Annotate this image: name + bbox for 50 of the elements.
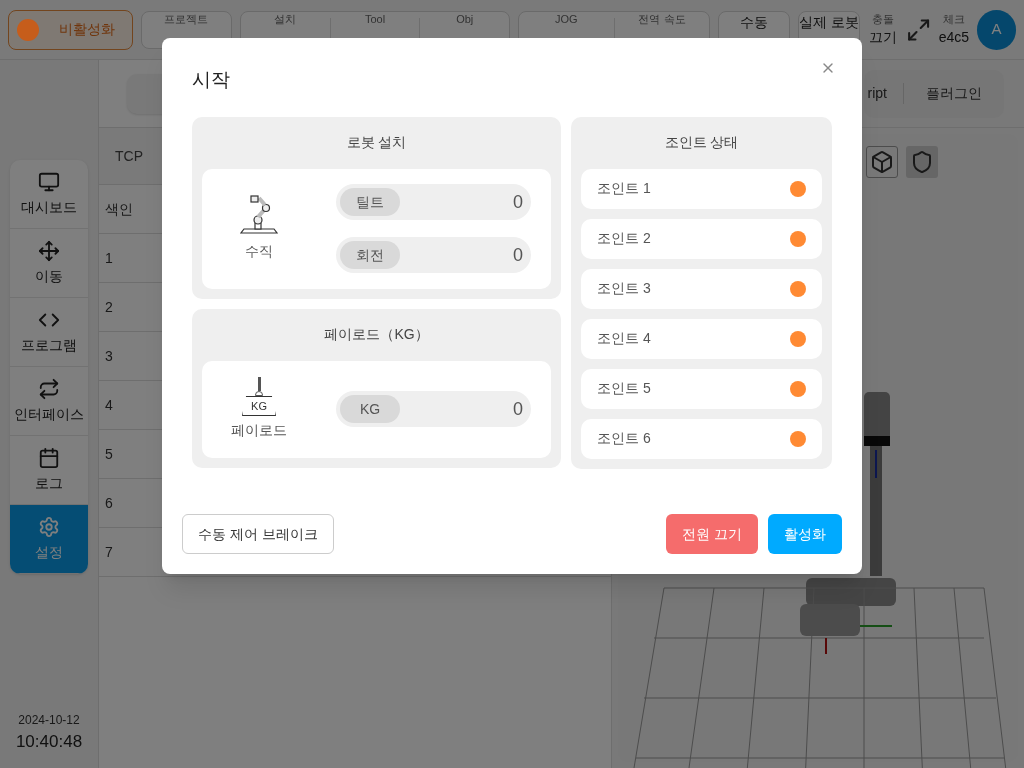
nav-item[interactable]: 대시보드 [10,160,88,229]
joint-row: 조인트 5 [581,368,822,409]
value-field[interactable]: KG 0 [336,391,531,427]
card-title: 로봇 설치 [345,133,408,152]
value-field[interactable]: 회전 0 [336,237,531,273]
field-label: 전역 속도 [638,11,686,26]
field-label: KG [340,395,400,423]
collision-label: 충돌 [872,11,894,27]
field-label: JOG [555,11,578,26]
cube-icon[interactable] [866,146,898,178]
field-value: 0 [513,243,523,267]
joint-row: 조인트 3 [581,268,822,309]
joint-row: 조인트 6 [581,418,822,459]
activate-button[interactable]: 활성화 [768,514,842,554]
power-off-button[interactable]: 전원 끄기 [666,514,758,554]
field-label: 프로젝트 [163,11,210,26]
nav-item[interactable]: 프로그램 [10,298,88,367]
nav-icon [38,446,60,469]
field-label: 회전 [340,241,400,269]
mount-label: 수직 [245,242,273,261]
shield-icon[interactable] [906,146,938,178]
expand-icon[interactable] [905,16,931,43]
field-label: 틸트 [340,188,400,216]
time-text: 10:40:48 [15,730,83,753]
collision-value[interactable]: 끄기 [869,27,897,49]
nav-item[interactable]: 이동 [10,229,88,298]
panel-tab[interactable]: ript [863,83,903,104]
field-value: 0 [513,190,523,214]
dialog-title: 시작 [192,68,230,92]
nav-icon [38,170,60,193]
card-title: 조인트 상태 [663,133,740,152]
nav-icon [38,377,60,400]
field-label: Obj [456,11,474,26]
date-text: 2024-10-12 [18,711,80,729]
field-value: 0 [513,397,523,421]
brake-button[interactable]: 수동 제어 브레이크 [182,514,334,554]
field-label: Tool [365,11,386,26]
joint-row: 조인트 4 [581,318,822,359]
field-label: 설치 [274,11,297,26]
joint-row: 조인트 1 [581,168,822,209]
avatar[interactable]: A [977,9,1016,50]
panel-tab[interactable]: 플러그인 [903,83,1004,104]
value-field[interactable]: 틸트 0 [336,184,531,220]
check-value: e4c5 [938,28,970,48]
joint-row: 조인트 2 [581,218,822,259]
check-label: 체크 [942,11,965,27]
nav-icon [38,515,60,538]
nav-item[interactable]: 인터페이스 [10,367,88,436]
nav-icon [38,239,60,262]
robot-arm-icon [239,195,279,235]
